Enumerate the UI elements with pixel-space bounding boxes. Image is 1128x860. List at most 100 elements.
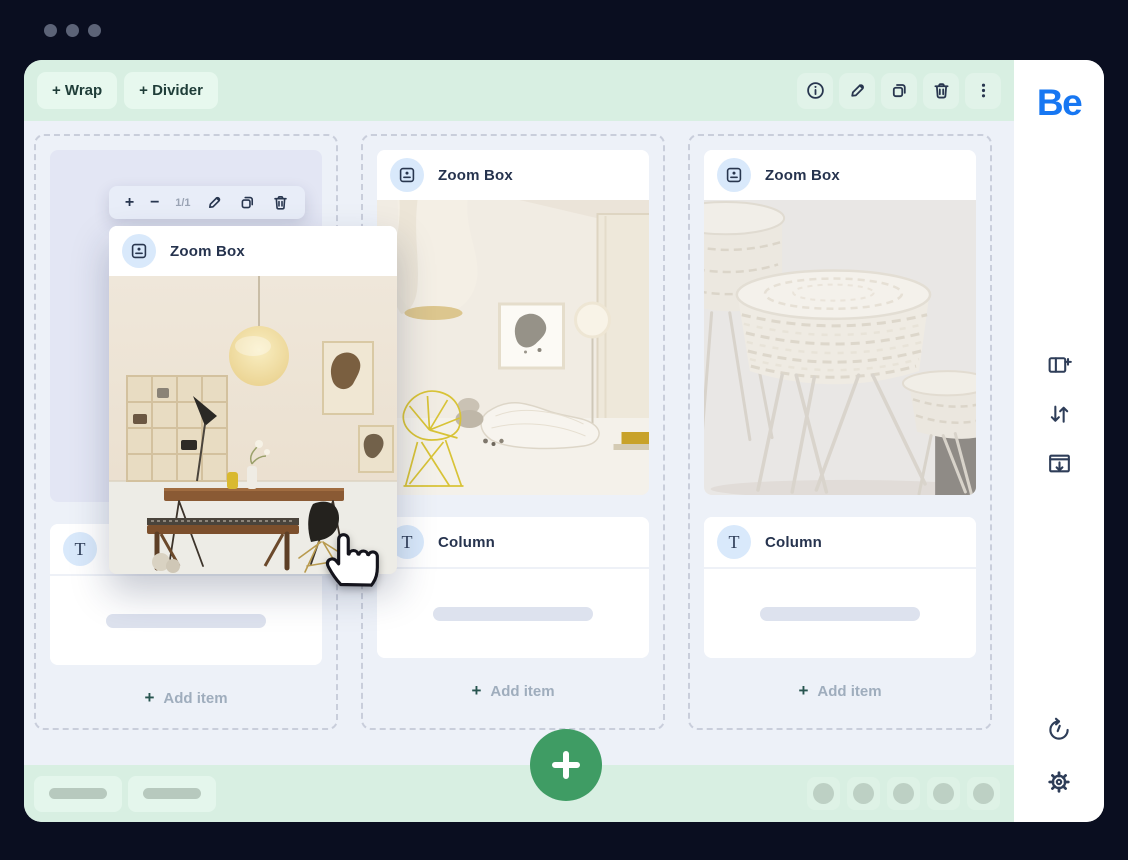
zoom-box-header: Zoom Box (109, 226, 397, 276)
insert-below-button[interactable] (1046, 450, 1073, 477)
swap-vertical-button[interactable] (1046, 401, 1073, 428)
dragged-card[interactable]: Zoom Box (109, 226, 397, 574)
zoom-box-image[interactable] (704, 200, 976, 495)
swap-vertical-icon (1046, 401, 1073, 428)
edit-icon (206, 194, 223, 211)
sidebar-bottom-tools (1045, 716, 1073, 796)
bottom-toolbar (24, 765, 1014, 822)
footer-placeholder-tool[interactable] (967, 777, 1000, 810)
add-item-button[interactable]: + Add item (50, 688, 322, 708)
wrap-button[interactable]: + Wrap (37, 72, 117, 109)
duplicate-icon (239, 194, 256, 211)
delete-icon (272, 194, 289, 211)
column-item-header: T Column (704, 517, 976, 567)
more-icon (974, 81, 993, 100)
history-icon (1045, 716, 1073, 744)
settings-icon (1045, 768, 1073, 796)
hand-cursor-icon (318, 523, 380, 589)
placeholder-pill (143, 788, 201, 799)
add-item-button[interactable]: + Add item (377, 681, 649, 701)
edit-button[interactable] (206, 194, 223, 211)
page-counter: 1/1 (175, 197, 190, 209)
grid-column-3[interactable]: Zoom Box (688, 134, 992, 730)
floating-toolbar: + − 1/1 (109, 186, 305, 219)
footer-placeholder-tool[interactable] (927, 777, 960, 810)
add-item-button[interactable]: + Add item (704, 681, 976, 701)
duplicate-button[interactable] (239, 194, 256, 211)
right-sidebar: Be (1014, 60, 1104, 822)
zoom-out-button[interactable]: − (150, 195, 159, 211)
delete-button[interactable] (923, 73, 959, 109)
portrait-icon (398, 166, 416, 184)
info-icon (806, 81, 825, 100)
zoom-in-button[interactable]: + (125, 195, 134, 211)
grid-column-2[interactable]: Zoom Box (361, 134, 665, 730)
window-control-dot[interactable] (66, 24, 79, 37)
portrait-icon (130, 242, 148, 260)
column-item-placeholder (704, 567, 976, 658)
white-wicker-stools-photo (704, 200, 976, 495)
column-item-placeholder (50, 574, 322, 665)
layout-add-button[interactable] (1046, 352, 1073, 379)
divider-button[interactable]: + Divider (124, 72, 218, 109)
behance-logo[interactable]: Be (1037, 82, 1081, 124)
portrait-badge (717, 158, 751, 192)
window-control-dot[interactable] (44, 24, 57, 37)
column-item-placeholder (377, 567, 649, 658)
footer-placeholder-button[interactable] (128, 776, 216, 812)
footer-placeholder-tool[interactable] (847, 777, 880, 810)
column-item-card[interactable]: T Column (377, 517, 649, 658)
zoom-box-card[interactable]: Zoom Box (377, 150, 649, 495)
column-item-label: Column (765, 534, 822, 551)
placeholder-dot (933, 783, 954, 804)
add-section-button[interactable] (530, 729, 602, 801)
edit-icon (848, 81, 867, 100)
zoom-box-label: Zoom Box (765, 167, 840, 184)
zoom-box-header: Zoom Box (704, 150, 976, 200)
delete-icon (932, 81, 951, 100)
placeholder-dot (893, 783, 914, 804)
plus-icon: + (798, 681, 808, 701)
duplicate-button[interactable] (881, 73, 917, 109)
footer-placeholder-button[interactable] (34, 776, 122, 812)
app-window: + Wrap + Divider (0, 0, 1128, 860)
text-badge-letter: T (402, 532, 413, 553)
sidebar-tools (1046, 352, 1073, 477)
portrait-icon (725, 166, 743, 184)
zoom-box-label: Zoom Box (170, 243, 245, 260)
window-control-dot[interactable] (88, 24, 101, 37)
portrait-badge (122, 234, 156, 268)
placeholder-pill (49, 788, 107, 799)
history-button[interactable] (1045, 716, 1073, 744)
duplicate-icon (890, 81, 909, 100)
canvas: T Column + Add item (24, 121, 1014, 765)
zoom-box-image[interactable] (377, 200, 649, 495)
dragged-zoom-box[interactable]: + − 1/1 (109, 186, 397, 574)
edit-button[interactable] (839, 73, 875, 109)
placeholder-pill (106, 614, 266, 628)
placeholder-dot (973, 783, 994, 804)
text-badge-letter: T (75, 539, 86, 560)
plus-icon: + (471, 681, 481, 701)
info-button[interactable] (797, 73, 833, 109)
more-button[interactable] (965, 73, 1001, 109)
white-lounge-interior-photo (377, 200, 649, 495)
zoom-box-label: Zoom Box (438, 167, 513, 184)
settings-button[interactable] (1045, 768, 1073, 796)
add-item-label: Add item (490, 683, 554, 700)
footer-placeholder-tool[interactable] (887, 777, 920, 810)
column-item-label: Column (438, 534, 495, 551)
add-icon (549, 748, 583, 782)
editor-main: + Wrap + Divider (24, 60, 1014, 822)
placeholder-pill (760, 607, 920, 621)
footer-placeholder-tool[interactable] (807, 777, 840, 810)
column-item-card[interactable]: T Column (704, 517, 976, 658)
plus-icon: + (144, 688, 154, 708)
zoom-box-card[interactable]: Zoom Box (704, 150, 976, 495)
add-item-label: Add item (817, 683, 881, 700)
delete-button[interactable] (272, 194, 289, 211)
layout-add-icon (1046, 352, 1073, 379)
window-titlebar (0, 0, 1128, 60)
placeholder-dot (813, 783, 834, 804)
placeholder-pill (433, 607, 593, 621)
